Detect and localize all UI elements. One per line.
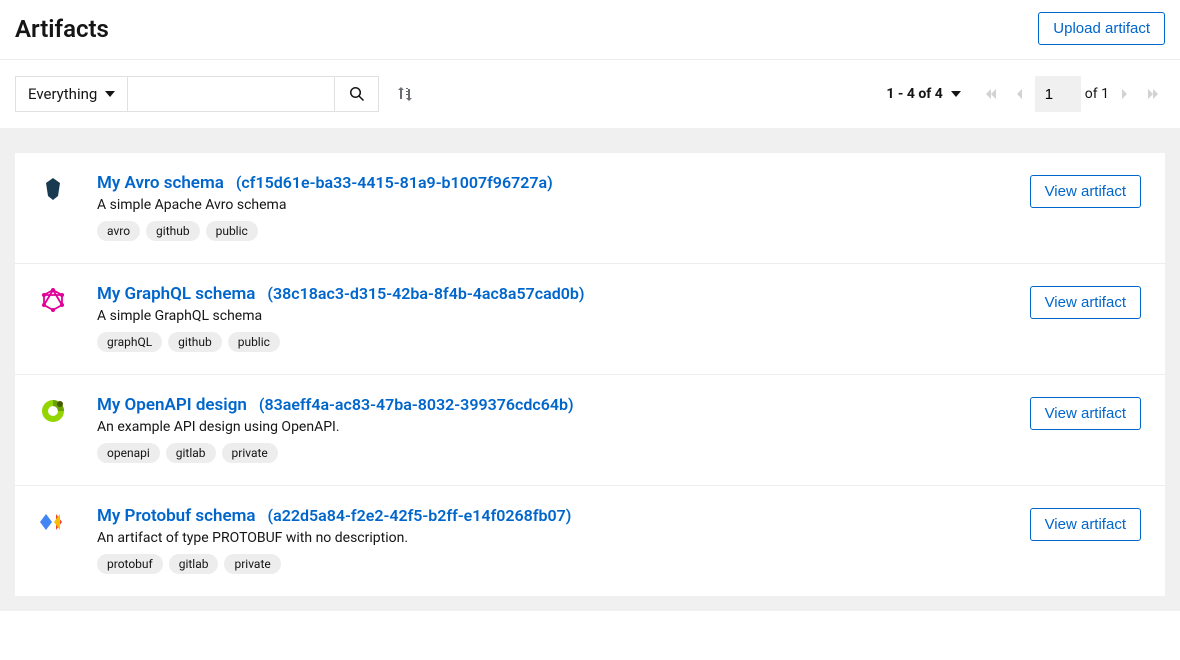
artifact-content: My Protobuf schema (a22d5a84-f2e2-42f5-b2… (97, 506, 1030, 574)
artifact-name-link[interactable]: My OpenAPI design (97, 395, 247, 415)
artifact-id: (83aeff4a-ac83-47ba-8032-399376cdc64b) (259, 395, 574, 414)
search-group: Everything (15, 76, 379, 112)
last-page-button[interactable] (1141, 82, 1165, 106)
caret-down-icon (951, 91, 961, 97)
artifact-content: My GraphQL schema (38c18ac3-d315-42ba-8f4… (97, 284, 1030, 352)
range-text: 1 - 4 of 4 (886, 86, 942, 102)
artifact-description: An artifact of type PROTOBUF with no des… (97, 530, 1030, 546)
artifact-content: My OpenAPI design (83aeff4a-ac83-47ba-803… (97, 395, 1030, 463)
tag: private (224, 554, 280, 574)
tag: github (146, 221, 200, 241)
chevron-left-icon (1014, 87, 1024, 101)
pagination: of 1 (979, 76, 1165, 112)
artifact-name-link[interactable]: My Avro schema (97, 173, 224, 193)
view-artifact-button[interactable]: View artifact (1030, 397, 1141, 430)
upload-artifact-button[interactable]: Upload artifact (1038, 12, 1165, 45)
page-of-label: of 1 (1085, 86, 1109, 102)
view-artifact-button[interactable]: View artifact (1030, 175, 1141, 208)
tag: avro (97, 221, 140, 241)
first-page-button[interactable] (979, 82, 1003, 106)
artifact-list: My Avro schema (cf15d61e-ba33-4415-81a9-b… (15, 153, 1165, 596)
tag-row: openapi gitlab private (97, 443, 1030, 463)
tag: gitlab (169, 554, 219, 574)
range-selector[interactable]: 1 - 4 of 4 (886, 86, 960, 102)
artifact-content: My Avro schema (cf15d61e-ba33-4415-81a9-b… (97, 173, 1030, 241)
search-button[interactable] (334, 77, 378, 111)
artifact-row: My OpenAPI design (83aeff4a-ac83-47ba-803… (15, 375, 1165, 486)
artifact-name-link[interactable]: My Protobuf schema (97, 506, 256, 526)
openapi-icon (39, 397, 67, 425)
artifact-row: My GraphQL schema (38c18ac3-d315-42ba-8f4… (15, 264, 1165, 375)
tag: graphQL (97, 332, 162, 352)
view-artifact-button[interactable]: View artifact (1030, 286, 1141, 319)
artifact-id: (cf15d61e-ba33-4415-81a9-b1007f96727a) (236, 173, 553, 192)
caret-down-icon (105, 91, 115, 97)
graphql-icon (39, 286, 67, 314)
view-artifact-button[interactable]: View artifact (1030, 508, 1141, 541)
page-title: Artifacts (15, 15, 109, 43)
search-icon (349, 86, 365, 102)
next-page-button[interactable] (1113, 82, 1137, 106)
tag: openapi (97, 443, 160, 463)
artifact-id: (38c18ac3-d315-42ba-8f4b-4ac8a57cad0b) (267, 284, 584, 303)
filter-select[interactable]: Everything (16, 77, 128, 111)
artifact-description: A simple GraphQL schema (97, 308, 1030, 324)
filter-select-label: Everything (28, 85, 97, 103)
search-input[interactable] (128, 77, 334, 111)
page-number-input[interactable] (1035, 76, 1081, 112)
tag: public (228, 332, 280, 352)
double-chevron-left-icon (984, 87, 998, 101)
tag: gitlab (166, 443, 216, 463)
sort-icon (396, 85, 414, 103)
tag-row: avro github public (97, 221, 1030, 241)
artifact-row: My Protobuf schema (a22d5a84-f2e2-42f5-b2… (15, 486, 1165, 596)
sort-button[interactable] (395, 85, 415, 103)
artifact-row: My Avro schema (cf15d61e-ba33-4415-81a9-b… (15, 153, 1165, 264)
prev-page-button[interactable] (1007, 82, 1031, 106)
tag: github (168, 332, 222, 352)
artifact-id: (a22d5a84-f2e2-42f5-b2ff-e14f0268fb07) (268, 506, 572, 525)
protobuf-icon (39, 508, 67, 536)
tag-row: graphQL github public (97, 332, 1030, 352)
artifact-description: A simple Apache Avro schema (97, 197, 1030, 213)
tag-row: protobuf gitlabprivate (97, 554, 1030, 574)
double-chevron-right-icon (1146, 87, 1160, 101)
avro-icon (39, 175, 67, 203)
artifact-name-link[interactable]: My GraphQL schema (97, 284, 255, 304)
chevron-right-icon (1120, 87, 1130, 101)
artifact-description: An example API design using OpenAPI. (97, 419, 1030, 435)
tag: protobuf (97, 554, 163, 574)
tag: private (222, 443, 278, 463)
tag: public (206, 221, 258, 241)
